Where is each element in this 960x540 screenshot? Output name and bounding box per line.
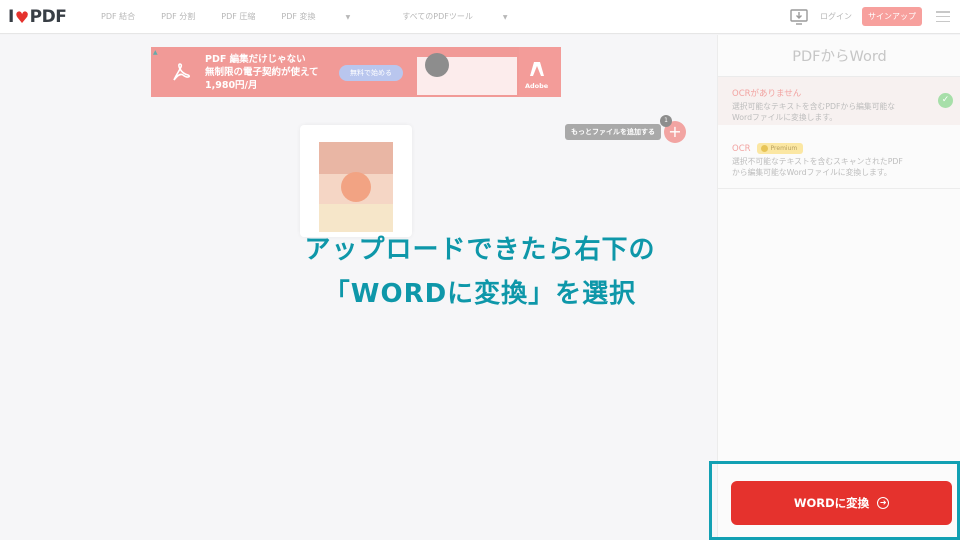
- nav-merge-pdf[interactable]: PDF 結合: [101, 11, 135, 22]
- file-thumbnail: [319, 142, 393, 232]
- convert-button-label: WORDに変換: [793, 496, 870, 510]
- option-description: 選択可能なテキストを含むPDFから編集可能な Wordファイルに変換します。: [732, 101, 947, 123]
- ad-start-free-button[interactable]: 無料で始める: [339, 65, 403, 81]
- add-files-button[interactable]: + 1: [660, 115, 686, 143]
- top-navbar: I ♥ PDF PDF 結合 PDF 分割 PDF 圧縮 PDF 変換 ▼ すべて…: [0, 0, 960, 34]
- nav-all-tools[interactable]: すべてのPDFツール ▼: [402, 11, 533, 22]
- sidebar-title: PDFからWord: [792, 49, 887, 65]
- ad-info-icon[interactable]: ▲: [153, 49, 158, 56]
- checkmark-icon: ✓: [938, 93, 953, 108]
- ad-price: 1,980円/月: [205, 80, 258, 91]
- thumbnail-badge: [341, 172, 371, 202]
- logo-text-right: PDF: [29, 7, 67, 27]
- file-count-badge: 1: [660, 115, 672, 127]
- premium-label: Premium: [770, 145, 798, 152]
- desktop-download-icon[interactable]: [790, 8, 808, 25]
- thumbnail-photo: [319, 142, 393, 174]
- convert-to-word-button[interactable]: WORDに変換 ➜: [731, 481, 952, 525]
- ad-line-2: 無制限の電子契約が使えて: [205, 67, 319, 78]
- option-title: OCR Premium: [732, 143, 947, 154]
- ad-sign-icon: [425, 53, 449, 77]
- nav-compress-pdf[interactable]: PDF 圧縮: [221, 11, 255, 22]
- option-description-line-2: Wordファイルに変換します。: [732, 113, 838, 122]
- chevron-down-icon: ▼: [502, 14, 508, 21]
- instruction-line-2: 「WORDに変換」を選択: [323, 279, 637, 309]
- acrobat-icon: [173, 63, 190, 81]
- option-description-line-1: 選択不可能なテキストを含むスキャンされたPDF: [732, 157, 903, 166]
- nav-split-pdf[interactable]: PDF 分割: [161, 11, 195, 22]
- logo-text-left: I: [8, 7, 14, 27]
- nav-all-tools-label: すべてのPDFツール: [402, 12, 473, 21]
- ad-copy: PDF 編集だけじゃない 無制限の電子契約が使えて 1,980円/月: [205, 53, 319, 92]
- add-files-tooltip: もっとファイルを追加する: [565, 124, 661, 140]
- adobe-label: Adobe: [525, 82, 549, 90]
- option-no-ocr[interactable]: OCRがありません 選択可能なテキストを含むPDFから編集可能な Wordファイ…: [718, 77, 960, 125]
- option-title-text: OCR: [732, 143, 751, 154]
- ad-line-1: PDF 編集だけじゃない: [205, 54, 306, 65]
- heart-icon: ♥: [14, 7, 29, 27]
- signup-button[interactable]: サインアップ: [862, 7, 922, 26]
- login-link[interactable]: ログイン: [820, 11, 852, 22]
- uploaded-file-card[interactable]: [300, 125, 412, 237]
- tutorial-instruction-overlay: アップロードできたら右下の 「WORDに変換」を選択: [0, 228, 960, 316]
- nav-convert-label: PDF 変換: [281, 12, 316, 21]
- adobe-logo-icon: [530, 62, 544, 76]
- instruction-line-1: アップロードできたら右下の: [304, 235, 656, 265]
- main-nav: PDF 結合 PDF 分割 PDF 圧縮 PDF 変換 ▼ すべてのPDFツール ▼: [101, 11, 560, 22]
- divider: [718, 188, 960, 189]
- option-description-line-1: 選択可能なテキストを含むPDFから編集可能な: [732, 102, 896, 111]
- arrow-right-circle-icon: ➜: [877, 497, 890, 509]
- option-description: 選択不可能なテキストを含むスキャンされたPDF から編集可能なWordファイルに…: [732, 156, 947, 178]
- option-description-line-2: から編集可能なWordファイルに変換します。: [732, 168, 892, 177]
- add-more-files: もっとファイルを追加する + 1: [565, 115, 686, 143]
- premium-icon: [760, 145, 768, 152]
- ilovepdf-logo[interactable]: I ♥ PDF: [8, 7, 67, 27]
- hamburger-menu-icon[interactable]: [936, 11, 950, 22]
- premium-badge: Premium: [756, 143, 804, 154]
- nav-convert-pdf[interactable]: PDF 変換 ▼: [281, 11, 376, 22]
- header-actions: ログイン サインアップ: [790, 7, 950, 26]
- adobe-ad-banner[interactable]: ▲ ▷✕ PDF 編集だけじゃない 無制限の電子契約が使えて 1,980円/月 …: [151, 47, 561, 97]
- chevron-down-icon: ▼: [345, 14, 351, 21]
- option-title: OCRがありません: [732, 89, 802, 99]
- option-ocr[interactable]: OCR Premium 選択不可能なテキストを含むスキャンされたPDF から編集…: [718, 133, 960, 189]
